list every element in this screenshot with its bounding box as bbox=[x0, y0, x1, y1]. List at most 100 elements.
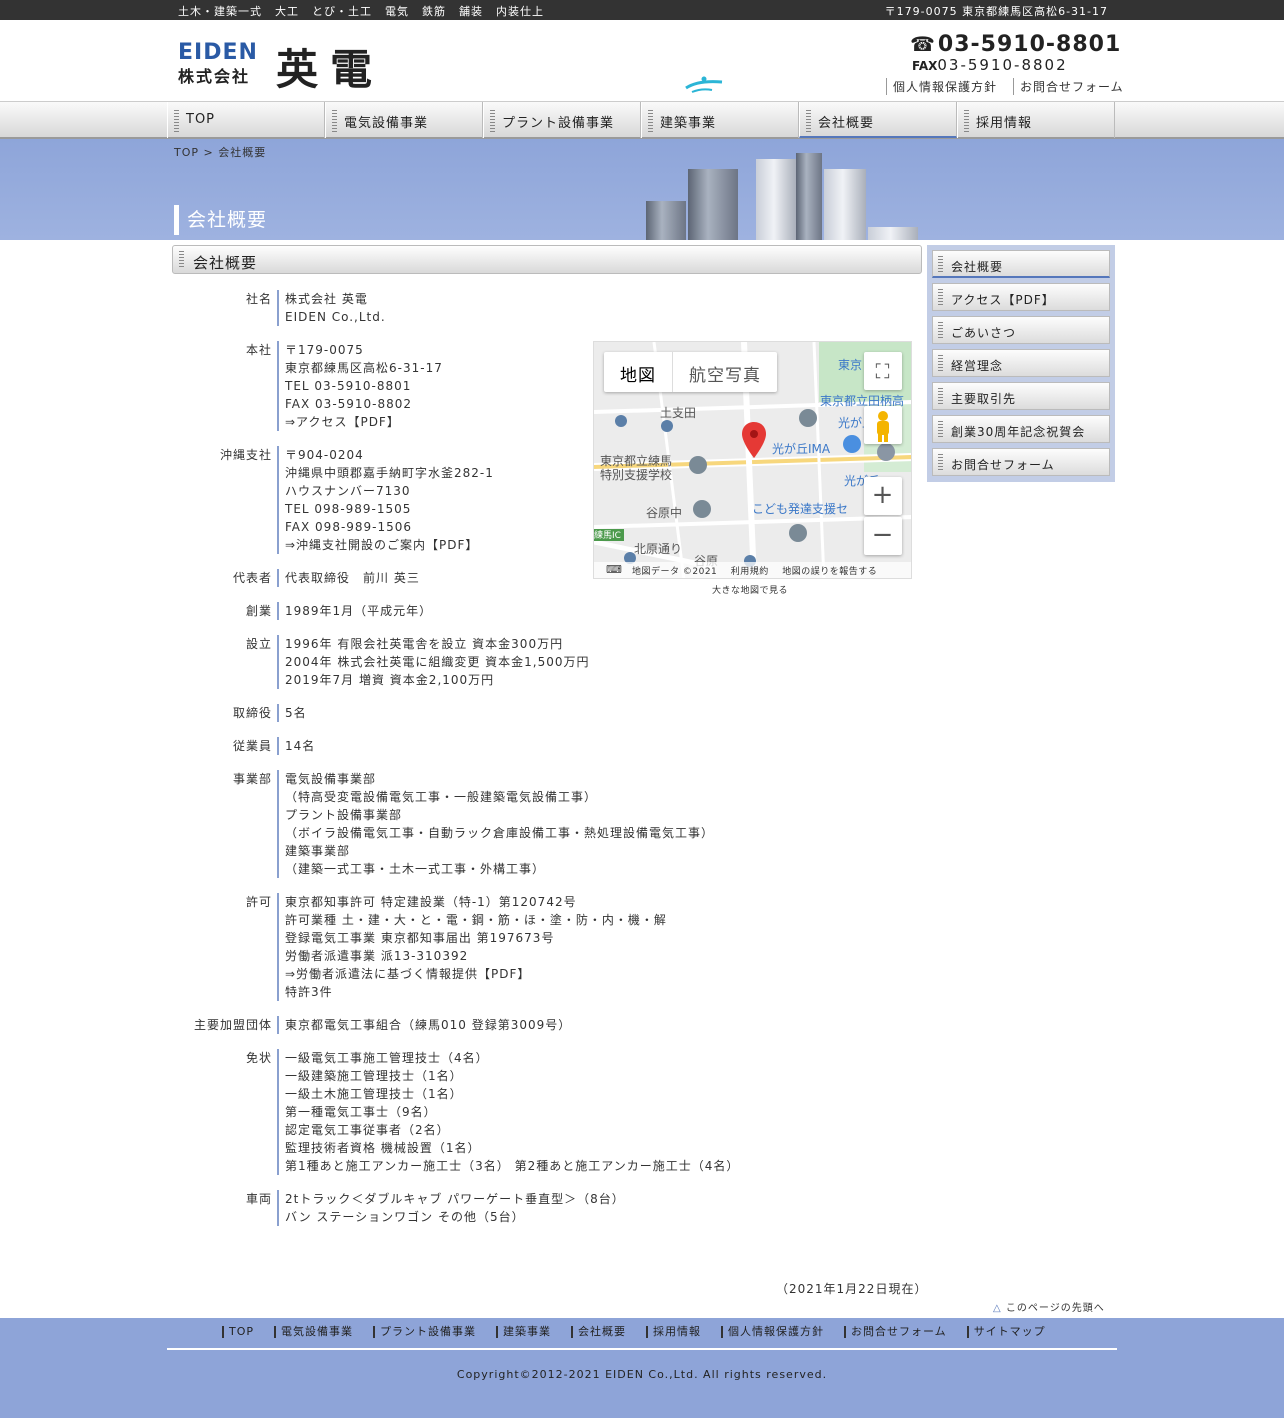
footer-links: TOP 電気設備事業 プラント設備事業 建築事業 会社概要 採用情報 個人情報保護方針 お問合… bbox=[222, 1326, 1046, 1338]
nav-item[interactable]: TOP bbox=[167, 102, 325, 138]
info-label: 創業 bbox=[245, 604, 272, 618]
footer-link[interactable]: サイトマップ bbox=[966, 1326, 1046, 1338]
top-bar: 土木・建築一式 大工 とび・土工 電気 鉄筋 舗装 内装仕上 〒179-0075 東京都練馬… bbox=[0, 0, 1284, 20]
info-line: 1989年1月（平成元年） bbox=[285, 604, 433, 618]
side-nav-item[interactable]: お問合せフォーム bbox=[932, 448, 1110, 476]
info-line: 14名 bbox=[285, 739, 316, 753]
info-line: 沖縄県中頭郡嘉手納町字水釜282-1 bbox=[285, 466, 494, 480]
footer-link[interactable]: 電気設備事業 bbox=[274, 1326, 353, 1338]
info-value: 代表取締役 前川 英三 bbox=[277, 569, 420, 587]
pdf-link[interactable]: ⇒沖縄支社開設のご案内【PDF】 bbox=[285, 536, 494, 554]
info-line: 第1種あと施工アンカー施工士（3名） 第2種あと施工アンカー施工士（4名） bbox=[285, 1159, 740, 1173]
map-terms-link[interactable]: 利用規約 bbox=[731, 567, 769, 577]
footer-link[interactable]: 建築事業 bbox=[496, 1326, 551, 1338]
side-nav-item[interactable]: 主要取引先 bbox=[932, 382, 1110, 410]
map-place-label: 東京 bbox=[838, 358, 863, 372]
pdf-link[interactable]: ⇒労働者派遣法に基づく情報提供【PDF】 bbox=[285, 965, 667, 983]
contact-form-link[interactable]: お問合せフォーム bbox=[1013, 78, 1124, 95]
footer-link[interactable]: 採用情報 bbox=[646, 1326, 701, 1338]
map-report-link[interactable]: 地図の誤りを報告する bbox=[782, 567, 877, 577]
section-heading: 会社概要 bbox=[172, 245, 922, 274]
map-pin-icon bbox=[742, 422, 766, 458]
info-line: 〒904-0204 bbox=[285, 448, 364, 462]
info-line: TEL 098-989-1505 bbox=[285, 502, 412, 516]
nav-item[interactable]: プラント設備事業 bbox=[483, 102, 641, 138]
pdf-link[interactable]: ⇒アクセス【PDF】 bbox=[285, 413, 443, 431]
info-value: 一級電気工事施工管理技士（4名） 一級建築施工管理技士（1名） 一級土木施工管理技士… bbox=[277, 1049, 739, 1175]
skyline-building bbox=[868, 227, 918, 240]
side-nav-item[interactable]: ごあいさつ bbox=[932, 316, 1110, 344]
footer-link[interactable]: プラント設備事業 bbox=[373, 1326, 476, 1338]
bird-logo-icon bbox=[685, 76, 723, 93]
nav-item[interactable]: 電気設備事業 bbox=[325, 102, 483, 138]
skyline-building bbox=[756, 159, 796, 240]
side-nav-item[interactable]: アクセス【PDF】 bbox=[932, 283, 1110, 311]
map-type-tabs: 地図 航空写真 bbox=[604, 352, 777, 392]
side-nav-item[interactable]: 創業30周年記念祝賀会 bbox=[932, 415, 1110, 443]
header-links: 個人情報保護方針 お問合せフォーム bbox=[886, 78, 1124, 95]
services-list: 土木・建築一式 大工 とび・土工 電気 鉄筋 舗装 内装仕上 bbox=[178, 3, 544, 19]
map-tab-satellite[interactable]: 航空写真 bbox=[673, 352, 777, 392]
info-value: 14名 bbox=[277, 737, 315, 755]
info-label: 本社 bbox=[245, 343, 272, 357]
police-icon bbox=[877, 443, 895, 461]
nav-item[interactable]: 会社概要 bbox=[799, 102, 957, 138]
service-item: とび・土工 bbox=[312, 5, 372, 18]
map-place-label: 光が丘IMA bbox=[772, 442, 831, 456]
keyboard-icon[interactable]: ⌨ bbox=[606, 563, 622, 576]
map-tab-map[interactable]: 地図 bbox=[604, 352, 673, 392]
map-place-label: 練馬IC bbox=[594, 531, 621, 541]
footer-divider bbox=[167, 1348, 1117, 1350]
zoom-in-button[interactable]: + bbox=[864, 477, 902, 515]
info-line: 建築事業部 bbox=[285, 844, 351, 858]
zoom-out-button[interactable]: − bbox=[864, 517, 902, 555]
info-line: FAX 03-5910-8802 bbox=[285, 397, 413, 411]
info-line: 登録電気工事業 東京都知事届出 第197673号 bbox=[285, 931, 555, 945]
fax-number: FAX03-5910-8802 bbox=[912, 56, 1068, 74]
side-nav-item[interactable]: 会社概要 bbox=[932, 250, 1110, 278]
info-label: 車両 bbox=[245, 1192, 272, 1206]
privacy-policy-link[interactable]: 個人情報保護方針 bbox=[886, 78, 997, 95]
as-of-date: （2021年1月22日現在） bbox=[776, 1282, 928, 1296]
footer-link[interactable]: 個人情報保護方針 bbox=[721, 1326, 824, 1338]
nav-item[interactable]: 採用情報 bbox=[957, 102, 1115, 138]
info-label: 従業員 bbox=[232, 739, 272, 753]
info-value: 2tトラック＜ダブルキャブ パワーゲート垂直型＞（8台） バン ステーションワゴン… bbox=[277, 1190, 625, 1226]
info-line: 東京都練馬区高松6-31-17 bbox=[285, 361, 443, 375]
street-view-pegman-icon[interactable] bbox=[864, 406, 902, 444]
footer-link[interactable]: お問合せフォーム bbox=[844, 1326, 947, 1338]
footer-link[interactable]: TOP bbox=[222, 1326, 254, 1338]
large-map-link[interactable]: 大きな地図で見る bbox=[712, 583, 788, 596]
google-map[interactable]: 土支田 光が丘IMA 東京都立練馬 特別支援学校 谷原中 こども発達支援セ 北原通り 谷原 練馬… bbox=[593, 341, 912, 579]
info-value: 株式会社 英電 EIDEN Co.,Ltd. bbox=[277, 290, 386, 326]
info-line: 東京都知事許可 特定建設業（特-1）第120742号 bbox=[285, 895, 577, 909]
info-line: プラント設備事業部 bbox=[285, 808, 403, 822]
back-to-top-link[interactable]: △ このページの先頭へ bbox=[993, 1299, 1105, 1314]
skyline-building bbox=[688, 169, 738, 240]
info-line: 東京都電気工事組合（練馬010 登録第3009号） bbox=[285, 1018, 572, 1032]
info-line: 2019年7月 増資 資本金2,100万円 bbox=[285, 673, 495, 687]
side-nav-item[interactable]: 経営理念 bbox=[932, 349, 1110, 377]
info-line: 一級建築施工管理技士（1名） bbox=[285, 1069, 463, 1083]
info-line: 認定電気工事従事者（2名） bbox=[285, 1123, 450, 1137]
info-line: （ボイラ設備電気工事・自動ラック倉庫設備工事・熱処理設備電気工事） bbox=[285, 826, 715, 840]
phone-number: ☎03-5910-8801 bbox=[910, 32, 1122, 57]
info-line: 〒179-0075 bbox=[285, 343, 364, 357]
footer-link[interactable]: 会社概要 bbox=[571, 1326, 626, 1338]
info-line: 一級電気工事施工管理技士（4名） bbox=[285, 1051, 489, 1065]
header: EIDEN 株式会社 英電 ☎03-5910-8801 FAX03-5910-8… bbox=[0, 20, 1284, 102]
company-logo[interactable]: EIDEN 株式会社 英電 bbox=[178, 40, 388, 94]
fullscreen-button[interactable]: ⛶ bbox=[864, 352, 902, 390]
info-line: ハウスナンバー7130 bbox=[285, 484, 411, 498]
info-label: 社名 bbox=[245, 292, 272, 306]
service-item: 土木・建築一式 bbox=[178, 5, 262, 18]
nav-item[interactable]: 建築事業 bbox=[641, 102, 799, 138]
global-nav: TOP 電気設備事業 プラント設備事業 建築事業 会社概要 採用情報 bbox=[0, 101, 1284, 139]
sidebar: 会社概要アクセス【PDF】 ごあいさつ経営理念主要取引先創業30周年記念祝賀会 お問… bbox=[927, 245, 1115, 482]
breadcrumb[interactable]: TOP > 会社概要 bbox=[174, 144, 266, 160]
info-label: 許可 bbox=[245, 895, 272, 909]
map-credits: ⌨ 地図データ ©2021 利用規約 地図の誤りを報告する bbox=[594, 562, 911, 578]
service-item: 電気 bbox=[385, 5, 409, 18]
info-label: 代表者 bbox=[232, 571, 272, 585]
page-banner: TOP > 会社概要 会社概要 bbox=[0, 139, 1284, 240]
